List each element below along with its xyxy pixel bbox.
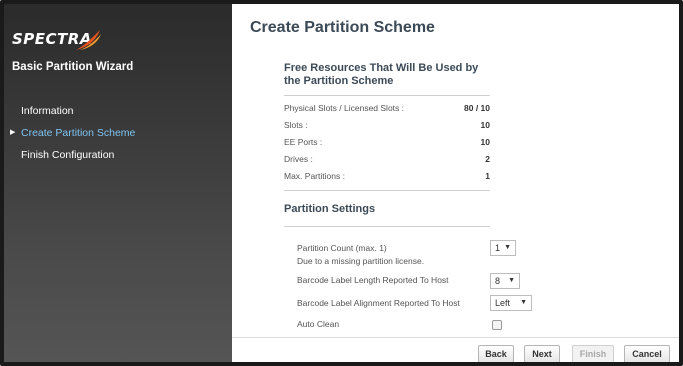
resource-value: 10 — [480, 137, 490, 147]
divider — [284, 190, 490, 191]
resource-row-max-partitions: Max. Partitions : 1 — [284, 171, 490, 185]
spectra-logo: SPECTRA — [12, 26, 108, 54]
resource-label: Max. Partitions : — [284, 171, 345, 181]
dropdown-arrow-icon: ▼ — [504, 244, 511, 251]
resource-value: 1 — [485, 171, 490, 181]
barcode-alignment-select[interactable]: Left ▼ — [490, 295, 532, 311]
page-title: Create Partition Scheme — [250, 19, 435, 36]
auto-clean-label: Auto Clean — [297, 319, 340, 329]
footer-divider — [232, 337, 679, 338]
barcode-alignment-label: Barcode Label Alignment Reported To Host — [297, 298, 460, 308]
resource-row-slots: Slots : 10 — [284, 120, 490, 134]
partition-count-select[interactable]: 1 ▼ — [490, 240, 516, 256]
wizard-window: SPECTRA Basic Partition Wizard Informati… — [0, 0, 683, 366]
nav-item-finish-configuration[interactable]: Finish Configuration — [4, 144, 232, 166]
next-button[interactable]: Next — [524, 345, 560, 362]
resource-value: 10 — [480, 120, 490, 130]
resources-section-title: Free Resources That Will Be Used by the … — [284, 62, 479, 87]
nav-item-label: Information — [21, 105, 74, 117]
barcode-length-value: 8 — [495, 276, 501, 286]
partition-count-note: Due to a missing partition license. — [297, 256, 425, 266]
divider — [284, 226, 490, 227]
dropdown-arrow-icon: ▼ — [508, 277, 515, 284]
sidebar: SPECTRA Basic Partition Wizard Informati… — [4, 4, 232, 362]
partition-count-label: Partition Count (max. 1) — [297, 243, 387, 253]
resource-label: Drives : — [284, 154, 313, 164]
barcode-alignment-value: Left — [495, 298, 511, 308]
wizard-steps-nav: Information ▶ Create Partition Scheme Fi… — [4, 100, 232, 166]
resource-label: EE Ports : — [284, 137, 323, 147]
auto-clean-checkbox[interactable] — [492, 320, 502, 330]
divider — [284, 95, 490, 96]
resource-row-physical-slots: Physical Slots / Licensed Slots : 80 / 1… — [284, 103, 490, 117]
resource-row-drives: Drives : 2 — [284, 154, 490, 168]
settings-section-title: Partition Settings — [284, 203, 376, 215]
resource-label: Physical Slots / Licensed Slots : — [284, 103, 405, 113]
resource-value: 80 / 10 — [464, 103, 490, 113]
resource-row-ee-ports: EE Ports : 10 — [284, 137, 490, 151]
main-panel: Create Partition Scheme Free Resources T… — [232, 4, 679, 362]
cancel-button[interactable]: Cancel — [624, 345, 670, 362]
wizard-title: Basic Partition Wizard — [12, 61, 134, 73]
partition-count-value: 1 — [495, 243, 501, 253]
resource-value: 2 — [485, 154, 490, 164]
barcode-length-select[interactable]: 8 ▼ — [490, 273, 520, 289]
barcode-length-label: Barcode Label Length Reported To Host — [297, 275, 449, 285]
nav-item-information[interactable]: Information — [4, 100, 232, 122]
logo-swoosh-icon — [76, 30, 101, 50]
nav-item-create-partition-scheme[interactable]: ▶ Create Partition Scheme — [4, 122, 232, 144]
dropdown-arrow-icon: ▼ — [520, 299, 527, 306]
finish-button[interactable]: Finish — [572, 345, 614, 362]
back-button[interactable]: Back — [478, 345, 514, 362]
current-step-arrow-icon: ▶ — [10, 129, 16, 136]
nav-item-label: Create Partition Scheme — [21, 127, 136, 139]
nav-item-label: Finish Configuration — [21, 149, 115, 161]
resource-label: Slots : — [284, 120, 308, 130]
